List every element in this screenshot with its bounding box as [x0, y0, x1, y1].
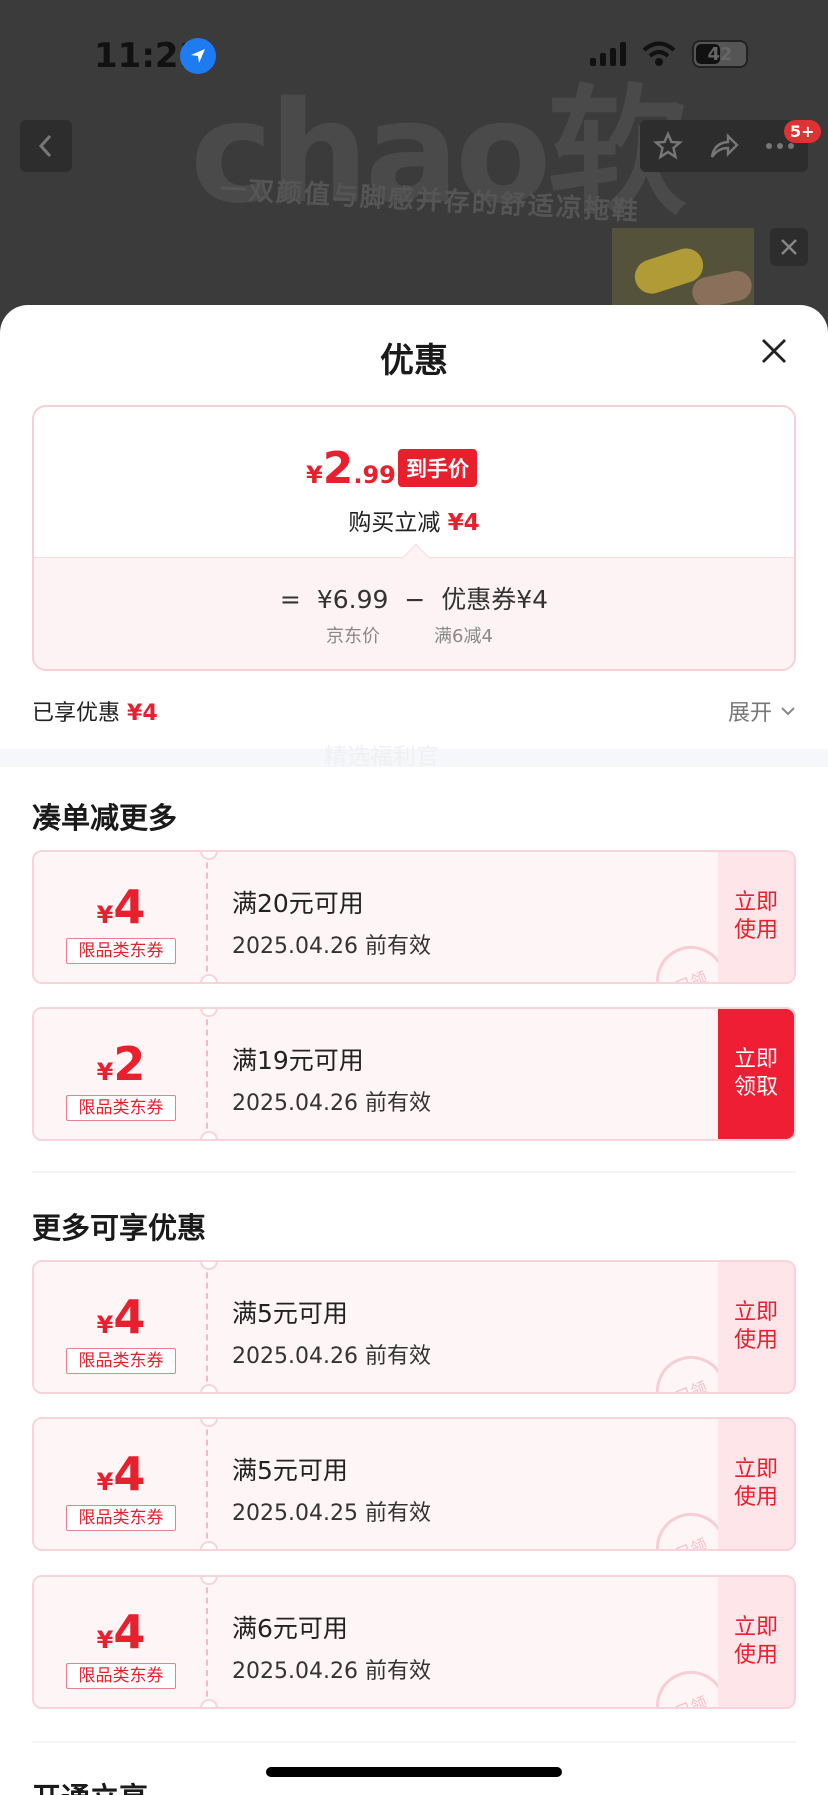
section-title-more: 更多可享优惠 [32, 1211, 207, 1245]
section-title-membership: 开通立享 [32, 1775, 148, 1795]
status-icons: 42 [590, 40, 748, 68]
coupon-card[interactable]: ¥2 限品类东券 满19元可用 2025.04.26 前有效 立即领取 [32, 1007, 796, 1141]
battery-level: 42 [707, 43, 733, 65]
watermark-text: 精选福利官 [324, 744, 439, 770]
use-now-button[interactable]: 立即使用 [718, 1262, 794, 1392]
price-summary-card: ¥2.99 到手价 购买立减 ¥4 = ¥6.99 − 优惠券¥4 京东价 满6… [32, 405, 796, 671]
coupon-card[interactable]: ¥4 限品类东券 满5元可用 2025.04.26 前有效 已领 立即使用 [32, 1260, 796, 1394]
coupon-card[interactable]: ¥4 限品类东券 满6元可用 2025.04.26 前有效 已领 立即使用 [32, 1575, 796, 1709]
section-title-combine: 凑单减更多 [32, 801, 178, 835]
discount-sheet: 优惠 ¥2.99 到手价 购买立减 ¥4 = ¥6.99 − 优惠券¥4 京东价… [0, 305, 828, 1795]
coupon-condition: 满5元可用 [232, 1299, 348, 1328]
wifi-icon [642, 41, 676, 66]
final-price-tag: 到手价 [398, 449, 477, 487]
close-icon[interactable] [758, 335, 790, 367]
expand-button[interactable]: 展开 [728, 695, 796, 727]
jd-price-label: 京东价 [326, 626, 380, 647]
location-arrow-icon [180, 38, 216, 74]
coupon-category-tag: 限品类东券 [66, 1505, 176, 1531]
coupon-expiry: 2025.04.25 前有效 [232, 1501, 431, 1526]
coupon-amount: ¥4 [96, 1605, 146, 1659]
coupon-amount: ¥4 [96, 1447, 146, 1501]
coupon-category-tag: 限品类东券 [66, 1095, 176, 1121]
coupon-card[interactable]: ¥4 限品类东券 满5元可用 2025.04.25 前有效 已领 立即使用 [32, 1417, 796, 1551]
use-now-button[interactable]: 立即使用 [718, 1419, 794, 1549]
top-actions [640, 120, 808, 172]
coupon-expiry: 2025.04.26 前有效 [232, 1344, 431, 1369]
back-button[interactable] [20, 120, 72, 172]
coupon-amount: ¥4 [96, 1290, 146, 1344]
sheet-title: 优惠 [380, 341, 448, 381]
close-thumbnail-button[interactable] [770, 228, 808, 266]
background-page: chao软 一双颜值与脚感并存的舒适凉拖鞋 11:21 42 5+ [0, 0, 828, 320]
chevron-down-icon [781, 707, 795, 716]
chevron-left-icon [38, 134, 52, 158]
coupon-condition: 满5元可用 [232, 1456, 348, 1485]
battery-icon: 42 [692, 40, 748, 68]
final-price: ¥2.99 [306, 443, 396, 494]
instant-reduction: 购买立减 ¥4 [348, 510, 480, 536]
coupon-amount: ¥2 [96, 1037, 146, 1091]
use-now-button[interactable]: 立即使用 [718, 1577, 794, 1707]
coupon-condition: 满6元可用 [232, 1614, 348, 1643]
divider [32, 1741, 796, 1743]
claim-now-button[interactable]: 立即领取 [718, 1009, 794, 1139]
coupon-category-tag: 限品类东券 [66, 1663, 176, 1689]
home-indicator[interactable] [266, 1767, 562, 1777]
coupon-deduction: 优惠券¥4 [441, 585, 549, 614]
coupon-condition: 满19元可用 [232, 1046, 364, 1075]
cellular-signal-icon [590, 42, 626, 66]
close-icon [781, 239, 797, 255]
price-breakdown: = ¥6.99 − 优惠券¥4 京东价 满6减4 [34, 543, 794, 669]
jd-price: ¥6.99 [316, 585, 389, 614]
use-now-button[interactable]: 立即使用 [718, 852, 794, 982]
price-equation: = ¥6.99 − 优惠券¥4 [279, 585, 549, 614]
coupon-expiry: 2025.04.26 前有效 [232, 1659, 431, 1684]
share-icon[interactable] [708, 131, 740, 161]
coupon-card[interactable]: ¥4 限品类东券 满20元可用 2025.04.26 前有效 已领 立即使用 [32, 850, 796, 984]
coupon-amount: ¥4 [96, 880, 146, 934]
screen: chao软 一双颜值与脚感并存的舒适凉拖鞋 11:21 42 5+ 优惠 ¥ 2… [0, 0, 828, 1795]
coupon-expiry: 2025.04.26 前有效 [232, 934, 431, 959]
more-icon[interactable] [765, 141, 795, 151]
coupon-category-tag: 限品类东券 [66, 1348, 176, 1374]
coupon-category-tag: 限品类东券 [66, 938, 176, 964]
message-badge: 5+ [784, 120, 821, 143]
coupon-condition: 满20元可用 [232, 889, 364, 918]
coupon-rule: 满6减4 [434, 626, 493, 647]
enjoyed-discount-row: 已享优惠 ¥4 展开 [32, 695, 796, 735]
divider [32, 1171, 796, 1173]
star-icon[interactable] [652, 131, 683, 161]
coupon-expiry: 2025.04.26 前有效 [232, 1091, 431, 1116]
